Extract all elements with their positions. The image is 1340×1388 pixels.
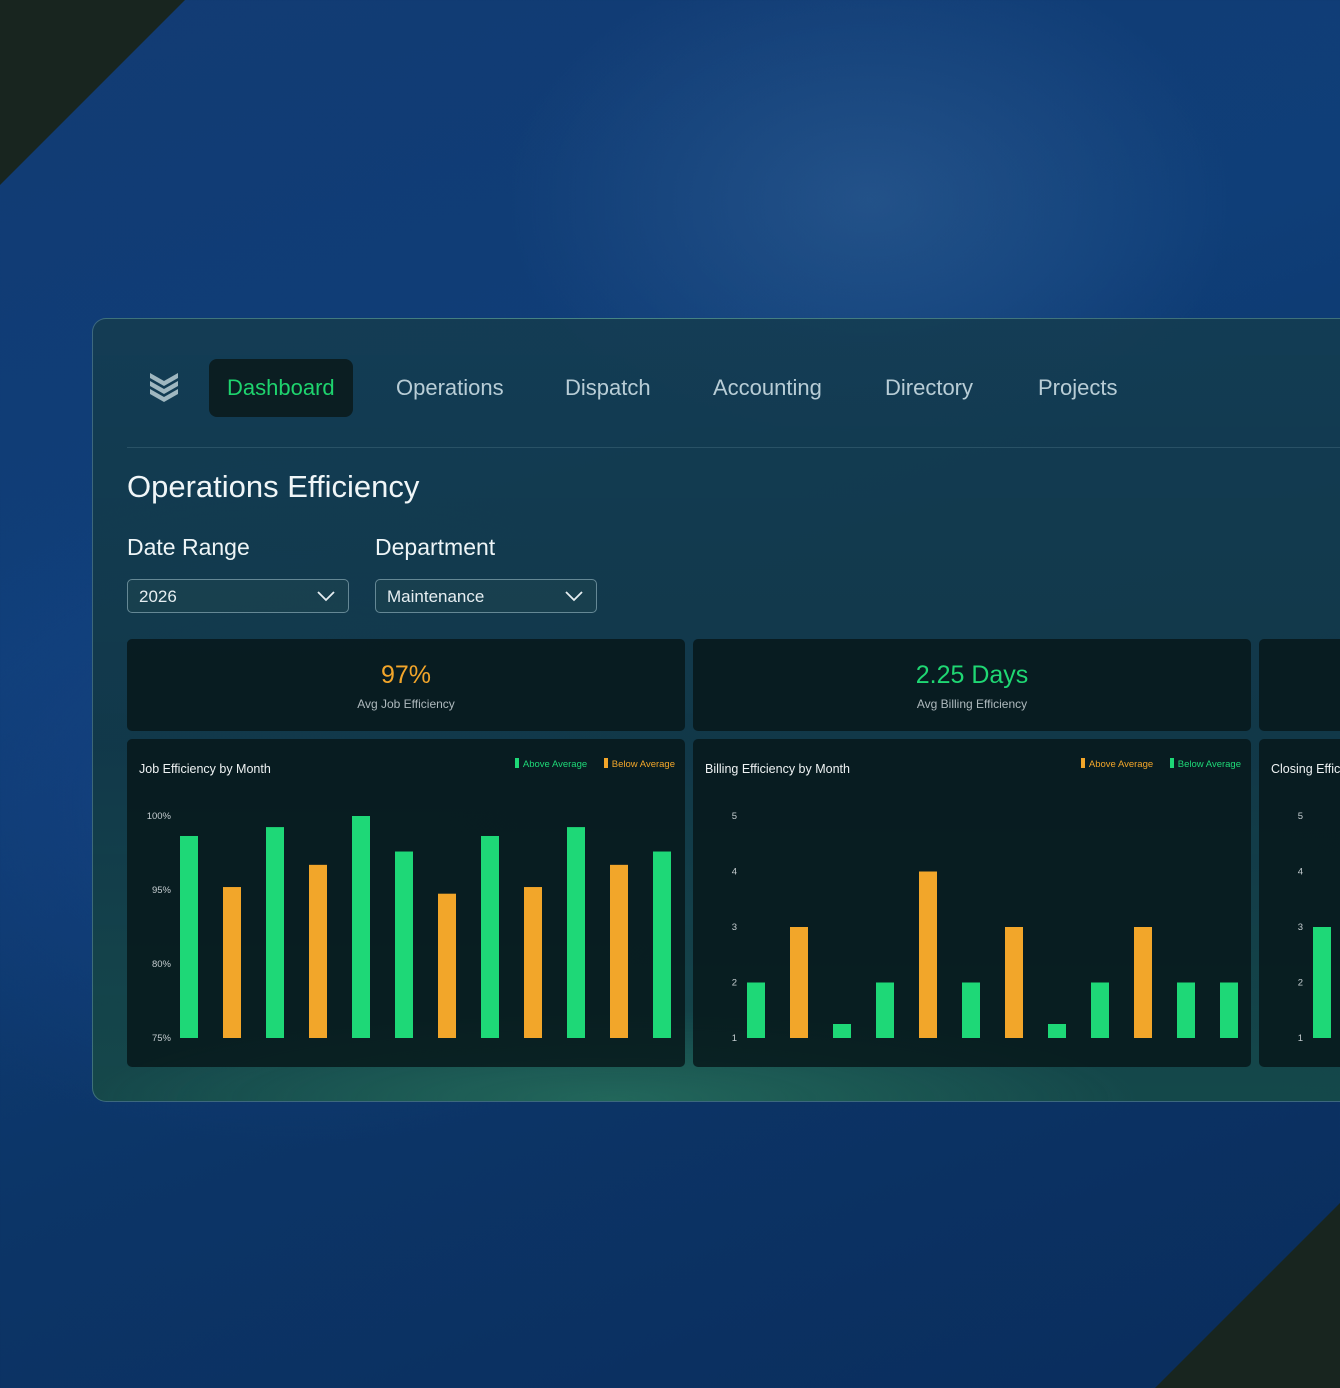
chart-bar [1048,1024,1066,1038]
tab-dispatch[interactable]: Dispatch [565,359,651,417]
kpi-card-third [1259,639,1340,731]
y-tick-label: 100% [147,811,172,822]
chart-bar [180,835,198,1038]
y-tick-label: 4 [1298,867,1303,878]
tab-projects[interactable]: Projects [1038,359,1117,417]
date-range-value: 2026 [139,587,177,606]
chevron-down-icon [565,591,583,602]
chart-bar [962,982,980,1038]
department-label: Department [375,534,496,560]
job-efficiency-bar-chart: 100% 95% 80% 75% [147,811,671,1044]
chart-bar [1005,927,1023,1038]
department-select[interactable]: Maintenance [375,579,597,613]
chart-bar [876,982,894,1038]
chart-bar [567,827,585,1038]
chart-bar [524,887,542,1038]
kpi-value: 97% [380,661,432,689]
department-value: Maintenance [387,587,485,606]
y-tick-label: 5 [1298,811,1303,822]
y-tick-label: 75% [152,1033,172,1044]
y-tick-label: 3 [1298,922,1303,933]
chart-bar [438,893,456,1038]
top-navigation: Dashboard Operations Dispatch Accounting… [127,319,1340,448]
page-title: Operations Efficiency [127,469,420,504]
tab-directory[interactable]: Directory [885,359,973,417]
billing-efficiency-bar-chart: 5 4 3 2 1 [732,811,1238,1044]
chart-bar [309,864,327,1038]
chart-card-job-efficiency: Job Efficiency by Month Above Average Be… [127,739,685,1067]
chart-bar [919,871,937,1038]
date-range-select[interactable]: 2026 [127,579,349,613]
kpi-label: Avg Billing Efficiency [916,697,1028,711]
tab-dashboard[interactable]: Dashboard [209,359,353,417]
tab-accounting[interactable]: Accounting [713,359,822,417]
corner-decoration-bottom-right [1155,1203,1340,1388]
y-tick-label: 1 [732,1033,737,1044]
chart-bar [352,816,370,1038]
chart-card-billing-efficiency: Billing Efficiency by Month Above Averag… [693,739,1251,1067]
chart-bar [1177,982,1195,1038]
chart-bar [833,1024,851,1038]
chevron-down-icon [317,591,335,602]
chart-bar [223,887,241,1038]
kpi-card-job-efficiency: 97% Avg Job Efficiency [127,639,685,731]
y-tick-label: 95% [152,885,172,896]
chart-bar [1220,982,1238,1038]
chart-card-closing-efficiency: Closing Effic 54321 [1259,739,1340,1067]
chart-bar [1134,927,1152,1038]
y-tick-label: 2 [732,978,737,989]
y-tick-label: 5 [732,811,737,822]
chart-bar [1313,927,1331,1038]
chart-bar [653,851,671,1038]
chart-bar [747,982,765,1038]
stacked-chevrons-logo-icon [150,373,178,402]
chart-bar [481,835,499,1038]
kpi-value: 2.25 Days [915,661,1029,689]
chart-bar [1091,982,1109,1038]
corner-decoration-top-left [0,0,185,185]
tab-operations[interactable]: Operations [396,359,504,417]
chart-bar [610,864,628,1038]
dashboard-window: Dashboard Operations Dispatch Accounting… [92,318,1340,1102]
kpi-card-billing-efficiency: 2.25 Days Avg Billing Efficiency [693,639,1251,731]
kpi-label: Avg Job Efficiency [357,697,455,711]
y-tick-label: 4 [732,867,737,878]
y-tick-label: 2 [1298,978,1303,989]
chart-bar [266,827,284,1038]
chart-bar [790,927,808,1038]
date-range-label: Date Range [127,534,250,560]
y-tick-label: 1 [1298,1033,1303,1044]
y-tick-label: 80% [152,959,172,970]
chart-bar [395,851,413,1038]
y-tick-label: 3 [732,922,737,933]
closing-efficiency-bar-chart: 5 4 3 2 1 [1298,811,1331,1044]
